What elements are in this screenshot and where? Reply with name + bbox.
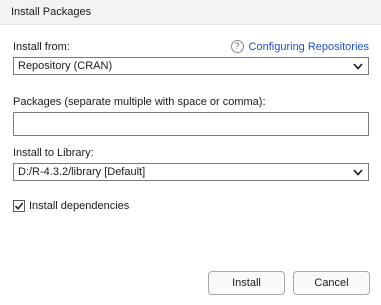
install-dependencies-checkbox[interactable] <box>13 200 25 212</box>
configuring-repositories-text[interactable]: Configuring Repositories <box>249 41 369 53</box>
configuring-repositories-link[interactable]: ? Configuring Repositories <box>230 40 369 53</box>
install-to-library-label: Install to Library: <box>13 147 94 159</box>
install-button[interactable]: Install <box>208 271 285 295</box>
chevron-down-icon <box>353 63 363 70</box>
install-from-select[interactable]: Repository (CRAN) <box>13 57 369 75</box>
install-dependencies-label: Install dependencies <box>29 200 130 212</box>
install-packages-dialog: Install Packages Install from: ? Configu… <box>0 0 381 305</box>
install-from-value: Repository (CRAN) <box>18 60 113 72</box>
question-circle-icon[interactable]: ? <box>230 40 244 53</box>
library-value: D:/R-4.3.2/library [Default] <box>18 166 146 178</box>
checkmark-icon <box>14 202 24 210</box>
cancel-button[interactable]: Cancel <box>293 271 370 295</box>
dialog-title: Install Packages <box>11 6 92 18</box>
packages-label: Packages (separate multiple with space o… <box>13 96 266 108</box>
packages-input[interactable] <box>13 112 369 136</box>
library-select[interactable]: D:/R-4.3.2/library [Default] <box>13 163 369 181</box>
chevron-down-icon <box>353 169 363 176</box>
install-from-label: Install from: <box>13 41 70 53</box>
install-dependencies-checkbox-row[interactable]: Install dependencies <box>13 200 129 212</box>
title-bar: Install Packages <box>0 0 381 25</box>
